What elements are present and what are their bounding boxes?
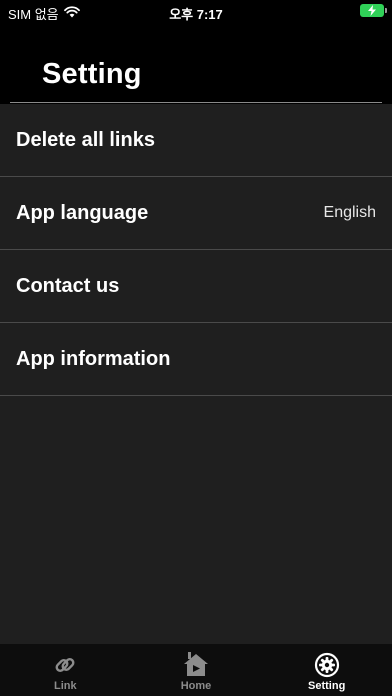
tab-label: Link: [54, 680, 77, 692]
gear-icon: [313, 651, 341, 679]
header-divider: [10, 102, 382, 103]
delete-all-links-row[interactable]: Delete all links: [0, 104, 392, 177]
page-title: Setting: [42, 58, 142, 90]
tab-link[interactable]: Link: [0, 644, 131, 696]
header: Setting: [0, 24, 392, 104]
settings-list: Delete all links App language English Co…: [0, 104, 392, 396]
tab-label: Setting: [308, 680, 346, 692]
setting-label: Contact us: [16, 274, 120, 297]
battery-charging-icon: [360, 4, 387, 17]
status-bar: SIM 없음 오후 7:17: [0, 0, 392, 24]
contact-us-row[interactable]: Contact us: [0, 250, 392, 323]
status-time: 오후 7:17: [169, 7, 223, 22]
language-value: English: [323, 204, 376, 221]
home-icon: [182, 651, 210, 679]
tab-setting[interactable]: Setting: [261, 644, 392, 696]
link-icon: [51, 651, 79, 679]
tab-home[interactable]: Home: [131, 644, 262, 696]
app-language-row[interactable]: App language English: [0, 177, 392, 250]
status-right: [360, 4, 387, 17]
app-information-row[interactable]: App information: [0, 323, 392, 396]
setting-label: App language: [16, 201, 149, 224]
setting-label: App information: [16, 347, 171, 370]
app-screen: SIM 없음 오후 7:17 Setting Delete all links: [0, 0, 392, 696]
tab-bar: Link Home Setting: [0, 644, 392, 696]
tab-label: Home: [180, 680, 212, 692]
setting-label: Delete all links: [16, 128, 155, 151]
